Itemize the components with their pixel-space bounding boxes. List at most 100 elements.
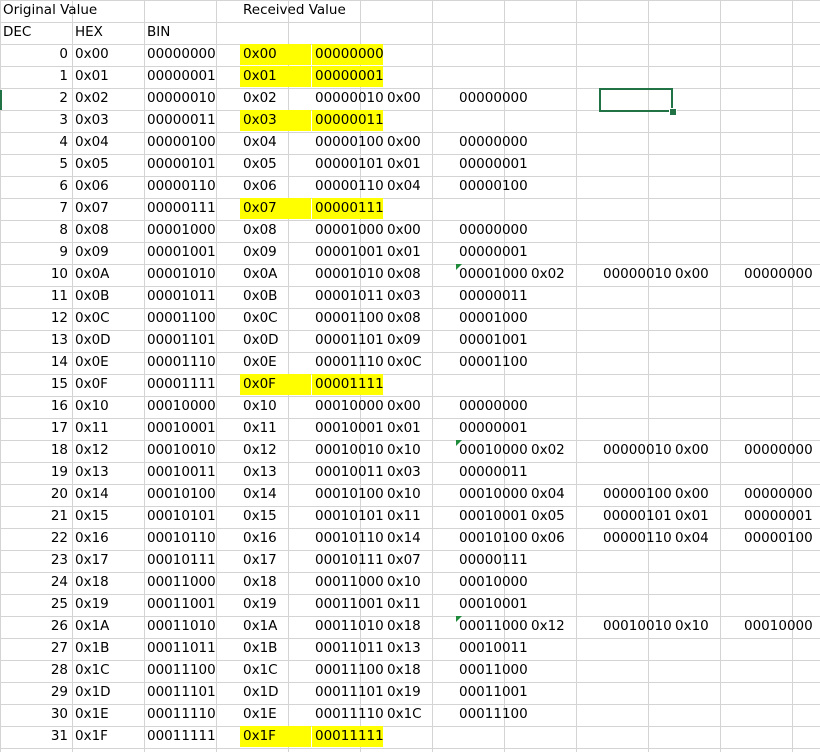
dec-cell[interactable]: 10: [0, 264, 71, 285]
received-hex-cell[interactable]: 0x0A: [240, 264, 311, 285]
comment-indicator-icon[interactable]: [456, 440, 462, 446]
shift1-bin-cell[interactable]: 00010001: [456, 506, 528, 527]
shift1-bin-cell[interactable]: 00000011: [456, 286, 528, 307]
shift3-hex-cell[interactable]: 0x04: [672, 528, 743, 549]
shift1-hex-cell[interactable]: 0x04: [384, 176, 455, 197]
bin-cell[interactable]: 00001111: [144, 374, 216, 395]
received-bin-cell[interactable]: 00000000: [312, 44, 384, 65]
received-hex-cell[interactable]: 0x04: [240, 132, 311, 153]
shift1-hex-cell[interactable]: 0x00: [384, 88, 455, 109]
hex-cell[interactable]: 0x06: [72, 176, 143, 197]
shift2-bin-cell[interactable]: 00000010: [600, 264, 672, 285]
dec-cell[interactable]: 4: [0, 132, 71, 153]
received-hex-cell[interactable]: 0x1C: [240, 660, 311, 681]
bin-cell[interactable]: 00001000: [144, 220, 216, 241]
shift1-bin-cell[interactable]: 00010001: [456, 594, 528, 615]
received-bin-cell[interactable]: 00001011: [312, 286, 384, 307]
hex-cell[interactable]: 0x1A: [72, 616, 143, 637]
shift1-hex-cell[interactable]: 0x03: [384, 462, 455, 483]
bin-cell[interactable]: 00011001: [144, 594, 216, 615]
dec-cell[interactable]: 26: [0, 616, 71, 637]
comment-indicator-icon[interactable]: [456, 616, 462, 622]
shift1-bin-cell[interactable]: 00011100: [456, 704, 528, 725]
shift3-bin-cell[interactable]: 00000001: [744, 506, 815, 527]
shift2-bin-cell[interactable]: 00000101: [600, 506, 672, 527]
dec-cell[interactable]: 5: [0, 154, 71, 175]
hex-cell[interactable]: 0x19: [72, 594, 143, 615]
received-bin-cell[interactable]: 00000111: [312, 198, 384, 219]
received-hex-cell[interactable]: 0x19: [240, 594, 311, 615]
dec-cell[interactable]: 21: [0, 506, 71, 527]
received-hex-cell[interactable]: 0x1E: [240, 704, 311, 725]
shift3-bin-cell[interactable]: 00000100: [744, 528, 815, 549]
shift1-hex-cell[interactable]: 0x10: [384, 572, 455, 593]
shift2-hex-cell[interactable]: 0x05: [528, 506, 599, 527]
shift3-hex-cell[interactable]: 0x00: [672, 440, 743, 461]
shift1-hex-cell[interactable]: 0x03: [384, 286, 455, 307]
shift3-hex-cell[interactable]: 0x01: [672, 506, 743, 527]
dec-column-header[interactable]: DEC: [0, 22, 71, 43]
hex-cell[interactable]: 0x12: [72, 440, 143, 461]
shift3-bin-cell[interactable]: 00000000: [744, 264, 815, 285]
received-hex-cell[interactable]: 0x18: [240, 572, 311, 593]
bin-cell[interactable]: 00000111: [144, 198, 216, 219]
hex-cell[interactable]: 0x1B: [72, 638, 143, 659]
bin-cell[interactable]: 00011010: [144, 616, 216, 637]
selected-cell[interactable]: [599, 88, 673, 112]
shift1-bin-cell[interactable]: 00011000: [456, 616, 528, 637]
dec-cell[interactable]: 16: [0, 396, 71, 417]
bin-cell[interactable]: 00000101: [144, 154, 216, 175]
received-hex-cell[interactable]: 0x10: [240, 396, 311, 417]
bin-cell[interactable]: 00000100: [144, 132, 216, 153]
shift1-bin-cell[interactable]: 00000100: [456, 176, 528, 197]
hex-column-header[interactable]: HEX: [72, 22, 143, 43]
hex-cell[interactable]: 0x0D: [72, 330, 143, 351]
dec-cell[interactable]: 1: [0, 66, 71, 87]
dec-cell[interactable]: 6: [0, 176, 71, 197]
hex-cell[interactable]: 0x16: [72, 528, 143, 549]
bin-cell[interactable]: 00010001: [144, 418, 216, 439]
received-bin-cell[interactable]: 00000100: [312, 132, 384, 153]
fill-handle[interactable]: [669, 108, 677, 116]
dec-cell[interactable]: 28: [0, 660, 71, 681]
received-bin-cell[interactable]: 00000001: [312, 66, 384, 87]
bin-cell[interactable]: 00010000: [144, 396, 216, 417]
dec-cell[interactable]: 3: [0, 110, 71, 131]
hex-cell[interactable]: 0x0F: [72, 374, 143, 395]
shift1-hex-cell[interactable]: 0x19: [384, 682, 455, 703]
bin-cell[interactable]: 00010011: [144, 462, 216, 483]
received-bin-cell[interactable]: 00011000: [312, 572, 384, 593]
shift2-hex-cell[interactable]: 0x02: [528, 440, 599, 461]
shift3-hex-cell[interactable]: 0x00: [672, 264, 743, 285]
shift1-hex-cell[interactable]: 0x14: [384, 528, 455, 549]
received-hex-cell[interactable]: 0x0D: [240, 330, 311, 351]
shift1-hex-cell[interactable]: 0x1C: [384, 704, 455, 725]
received-hex-cell[interactable]: 0x09: [240, 242, 311, 263]
received-hex-cell[interactable]: 0x02: [240, 88, 311, 109]
shift1-hex-cell[interactable]: 0x10: [384, 440, 455, 461]
received-bin-cell[interactable]: 00001100: [312, 308, 384, 329]
hex-cell[interactable]: 0x0E: [72, 352, 143, 373]
hex-cell[interactable]: 0x13: [72, 462, 143, 483]
bin-cell[interactable]: 00001101: [144, 330, 216, 351]
bin-cell[interactable]: 00010010: [144, 440, 216, 461]
bin-cell[interactable]: 00000011: [144, 110, 216, 131]
bin-cell[interactable]: 00010111: [144, 550, 216, 571]
shift1-hex-cell[interactable]: 0x01: [384, 154, 455, 175]
received-bin-cell[interactable]: 00001010: [312, 264, 384, 285]
shift1-hex-cell[interactable]: 0x11: [384, 506, 455, 527]
shift1-bin-cell[interactable]: 00010011: [456, 638, 528, 659]
hex-cell[interactable]: 0x18: [72, 572, 143, 593]
received-hex-cell[interactable]: 0x00: [240, 44, 311, 65]
hex-cell[interactable]: 0x04: [72, 132, 143, 153]
comment-indicator-icon[interactable]: [456, 264, 462, 270]
received-hex-cell[interactable]: 0x17: [240, 550, 311, 571]
received-hex-cell[interactable]: 0x03: [240, 110, 311, 131]
hex-cell[interactable]: 0x09: [72, 242, 143, 263]
bin-cell[interactable]: 00000000: [144, 44, 216, 65]
shift1-bin-cell[interactable]: 00001001: [456, 330, 528, 351]
dec-cell[interactable]: 30: [0, 704, 71, 725]
received-hex-cell[interactable]: 0x05: [240, 154, 311, 175]
received-bin-cell[interactable]: 00010000: [312, 396, 384, 417]
bin-cell[interactable]: 00001100: [144, 308, 216, 329]
